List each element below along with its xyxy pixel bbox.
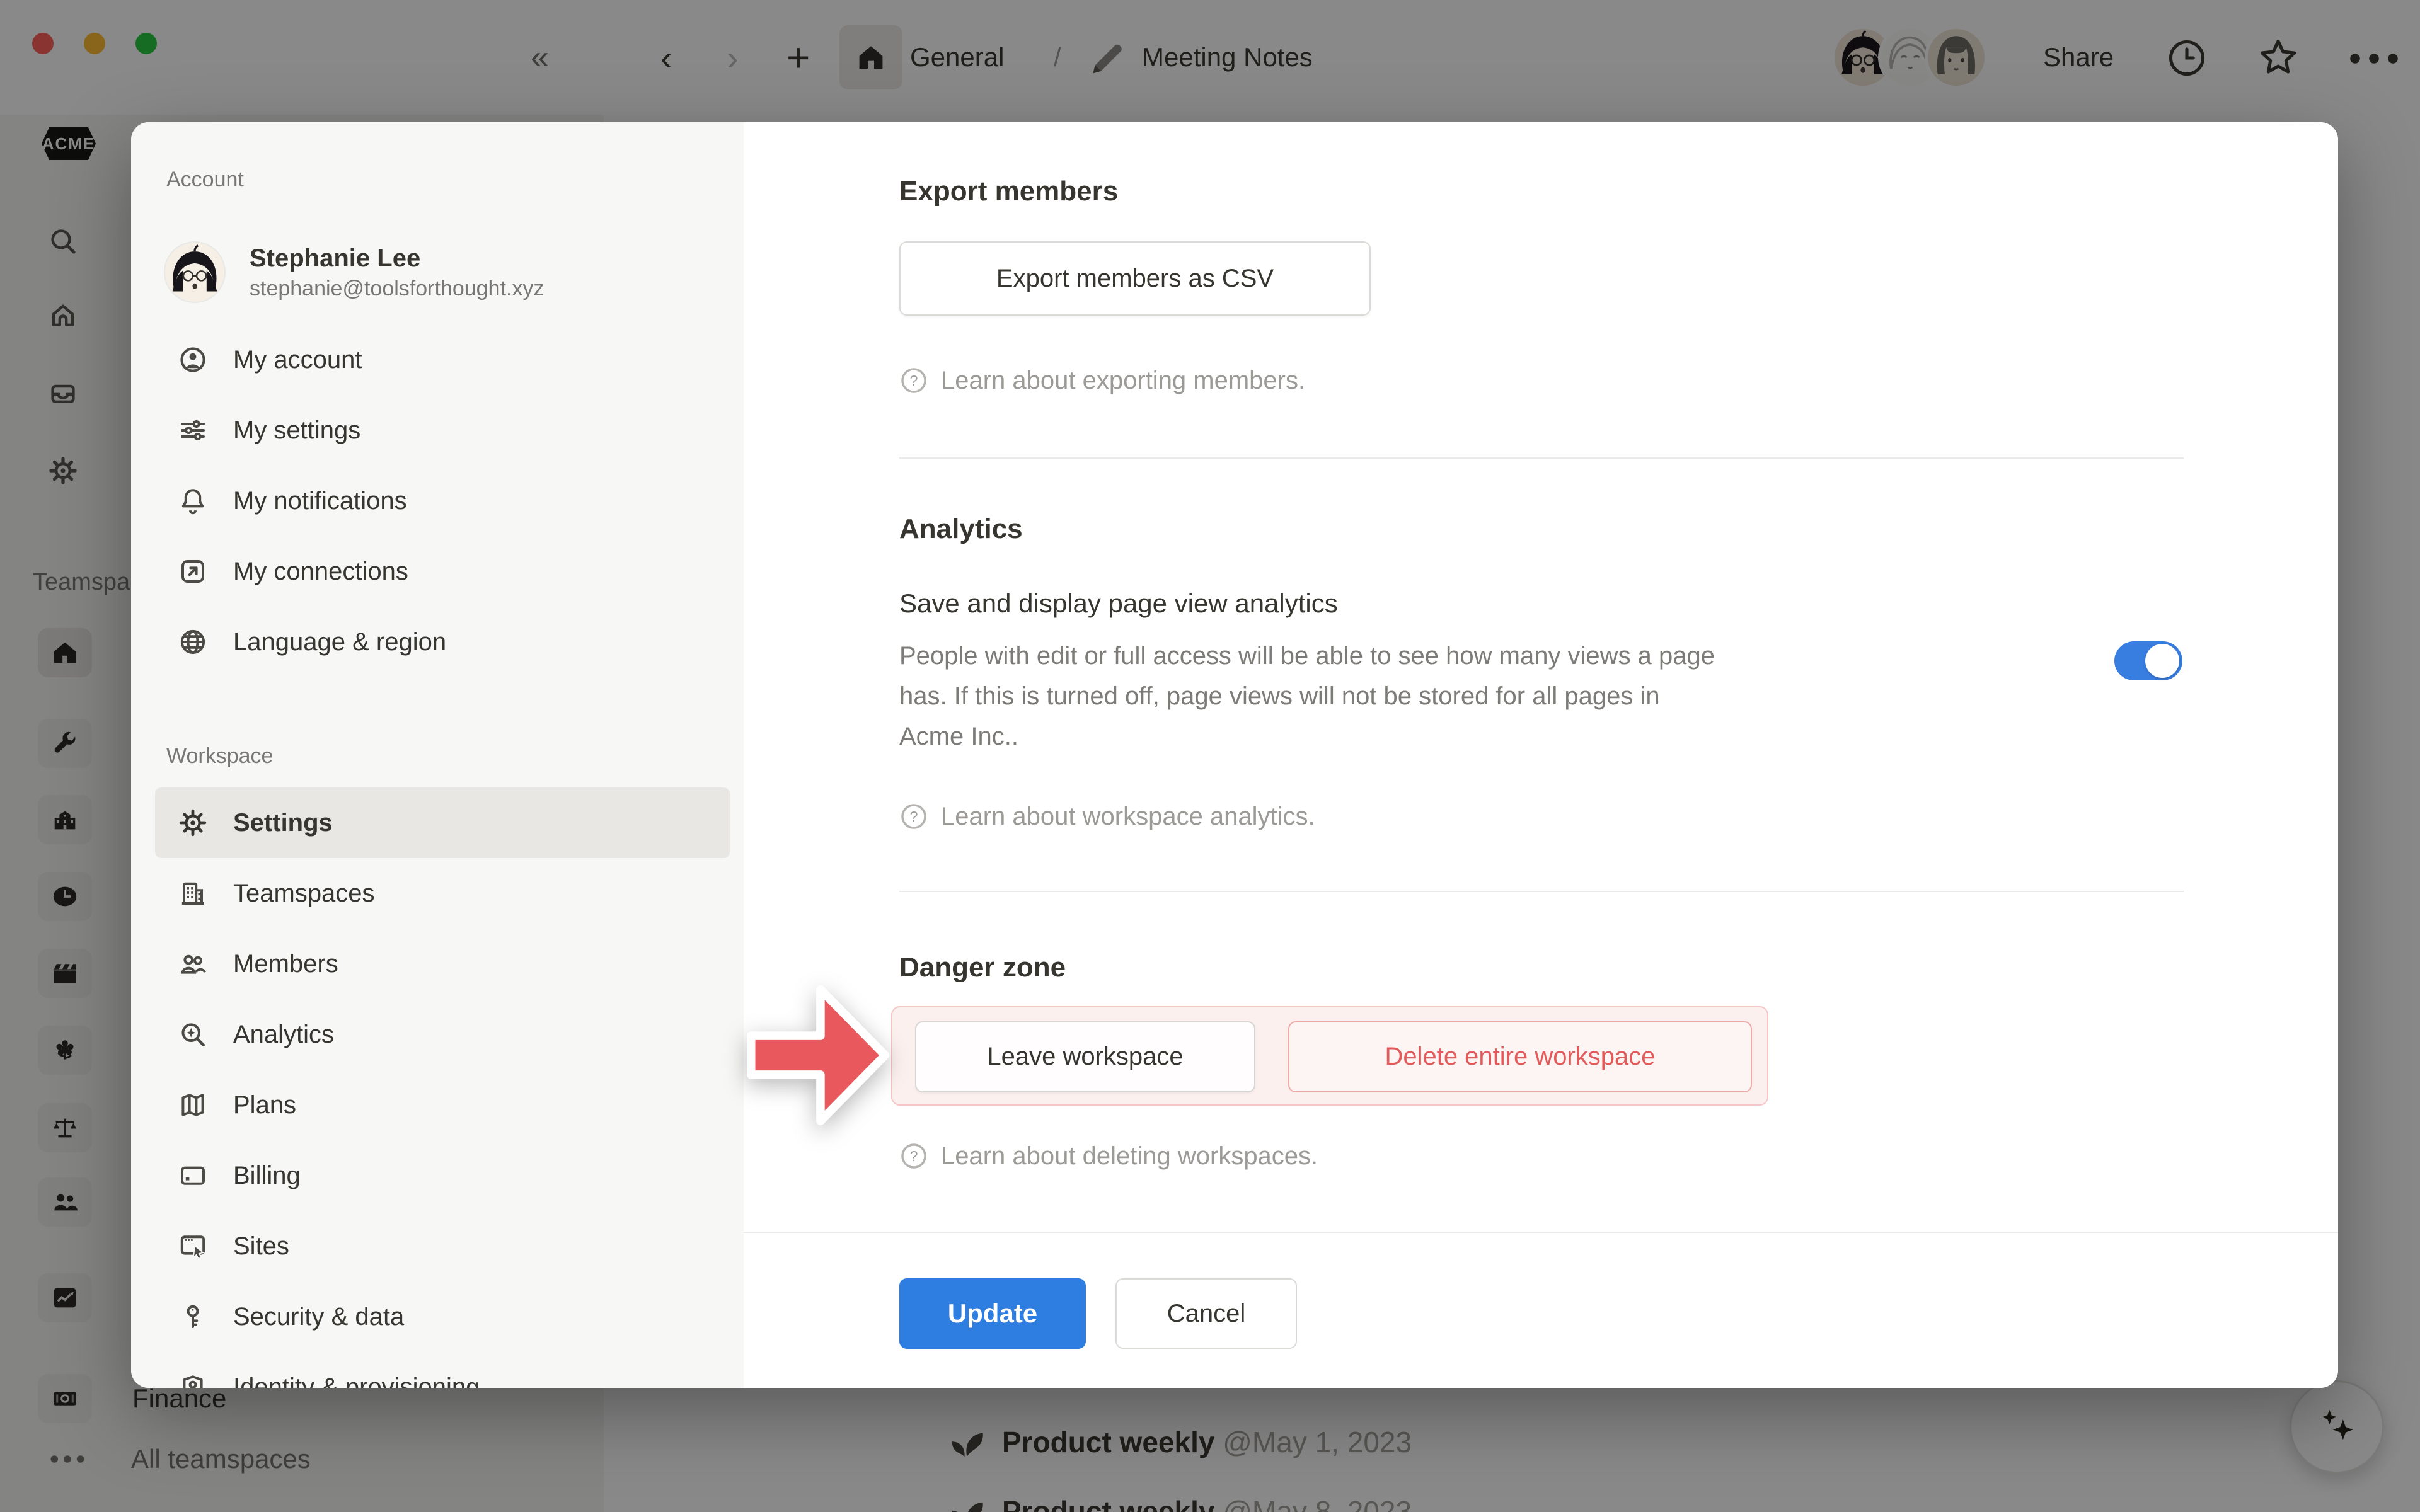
danger-zone-box: Leave workspace Delete entire workspace xyxy=(891,1006,1768,1106)
bell-icon xyxy=(178,486,208,516)
cancel-button[interactable]: Cancel xyxy=(1115,1278,1297,1349)
leave-workspace-button[interactable]: Leave workspace xyxy=(915,1021,1255,1092)
svg-text:?: ? xyxy=(910,808,918,825)
svg-text:?: ? xyxy=(910,1148,918,1164)
nav-item-label: Teamspaces xyxy=(233,879,375,908)
nav-item-label: Identity & provisioning xyxy=(233,1373,480,1389)
nav-item-analytics[interactable]: Analytics xyxy=(131,999,744,1070)
export-members-title: Export members xyxy=(899,173,1118,210)
page-view-analytics-toggle[interactable] xyxy=(2114,641,2182,680)
nav-item-label: Settings xyxy=(233,809,333,837)
annotation-arrow xyxy=(746,980,892,1131)
delete-workspace-button[interactable]: Delete entire workspace xyxy=(1288,1021,1752,1092)
account-section-header: Account xyxy=(166,165,744,194)
toggle-knob xyxy=(2145,644,2179,678)
nav-item-label: Language & region xyxy=(233,628,446,656)
workspace-section-header: Workspace xyxy=(166,742,744,770)
learn-link-label: Learn about exporting members. xyxy=(941,367,1305,395)
nav-item-my-notifications[interactable]: My notifications xyxy=(131,466,744,536)
learn-link-label: Learn about deleting workspaces. xyxy=(941,1142,1318,1171)
credit-card-icon xyxy=(178,1160,208,1191)
nav-item-label: My connections xyxy=(233,558,408,586)
analytics-setting-label: Save and display page view analytics xyxy=(899,586,1338,621)
svg-text:?: ? xyxy=(910,372,918,389)
settings-modal: Account Stephanie Lee stephanie@toolsfor… xyxy=(131,122,2338,1388)
help-circle-icon: ? xyxy=(899,366,928,395)
key-icon xyxy=(178,1302,208,1332)
danger-zone-title: Danger zone xyxy=(899,949,1066,987)
learn-link-label: Learn about workspace analytics. xyxy=(941,803,1315,831)
magnifier-sparkle-icon xyxy=(178,1019,208,1050)
user-name: Stephanie Lee xyxy=(250,242,544,275)
nav-item-teamspaces[interactable]: Teamspaces xyxy=(131,858,744,929)
nav-item-my-connections[interactable]: My connections xyxy=(131,536,744,607)
section-divider xyxy=(899,457,2184,459)
nav-item-my-account[interactable]: My account xyxy=(131,324,744,395)
map-icon xyxy=(178,1090,208,1120)
analytics-title: Analytics xyxy=(899,510,1023,548)
nav-item-identity-provisioning[interactable]: Identity & provisioning xyxy=(131,1352,744,1388)
update-button[interactable]: Update xyxy=(899,1278,1086,1349)
user-profile[interactable]: Stephanie Lee stephanie@toolsforthought.… xyxy=(165,236,744,309)
sliders-icon xyxy=(178,415,208,445)
user-avatar xyxy=(165,243,224,302)
nav-item-label: Members xyxy=(233,950,338,978)
nav-item-language-region[interactable]: Language & region xyxy=(131,607,744,677)
nav-item-label: Security & data xyxy=(233,1303,404,1331)
nav-item-members[interactable]: Members xyxy=(131,929,744,999)
nav-item-billing[interactable]: Billing xyxy=(131,1140,744,1211)
nav-item-label: Analytics xyxy=(233,1021,334,1049)
footer-divider xyxy=(744,1232,2338,1233)
browser-cursor-icon xyxy=(178,1231,208,1261)
nav-item-label: My account xyxy=(233,346,362,374)
settings-modal-nav: Account Stephanie Lee stephanie@toolsfor… xyxy=(131,122,744,1388)
learn-workspace-analytics-link[interactable]: ? Learn about workspace analytics. xyxy=(899,799,1315,834)
building-icon xyxy=(178,878,208,908)
learn-deleting-workspaces-link[interactable]: ? Learn about deleting workspaces. xyxy=(899,1138,1318,1174)
user-email: stephanie@toolsforthought.xyz xyxy=(250,275,544,302)
shield-person-icon xyxy=(178,1372,208,1388)
nav-item-label: My settings xyxy=(233,416,360,445)
arrow-up-right-box-icon xyxy=(178,556,208,587)
person-circle-icon xyxy=(178,345,208,375)
nav-item-label: Billing xyxy=(233,1162,301,1190)
nav-item-label: Sites xyxy=(233,1232,289,1261)
nav-item-label: My notifications xyxy=(233,487,407,515)
export-members-csv-button[interactable]: Export members as CSV xyxy=(899,241,1371,316)
members-icon xyxy=(178,949,208,979)
nav-item-my-settings[interactable]: My settings xyxy=(131,395,744,466)
help-circle-icon: ? xyxy=(899,1142,928,1171)
gear-icon xyxy=(178,808,208,838)
learn-exporting-members-link[interactable]: ? Learn about exporting members. xyxy=(899,363,1305,398)
settings-modal-content: Export members Export members as CSV ? L… xyxy=(744,122,2338,1388)
analytics-setting-description: People with edit or full access will be … xyxy=(899,636,1715,757)
globe-icon xyxy=(178,627,208,657)
nav-item-security-data[interactable]: Security & data xyxy=(131,1281,744,1352)
section-divider xyxy=(899,891,2184,892)
app-window: « ‹ › + General / Meeting Notes Share xyxy=(0,0,2420,1512)
nav-item-plans[interactable]: Plans xyxy=(131,1070,744,1140)
nav-item-sites[interactable]: Sites xyxy=(131,1211,744,1281)
help-circle-icon: ? xyxy=(899,802,928,831)
nav-item-settings[interactable]: Settings xyxy=(155,788,730,858)
nav-item-label: Plans xyxy=(233,1091,296,1120)
